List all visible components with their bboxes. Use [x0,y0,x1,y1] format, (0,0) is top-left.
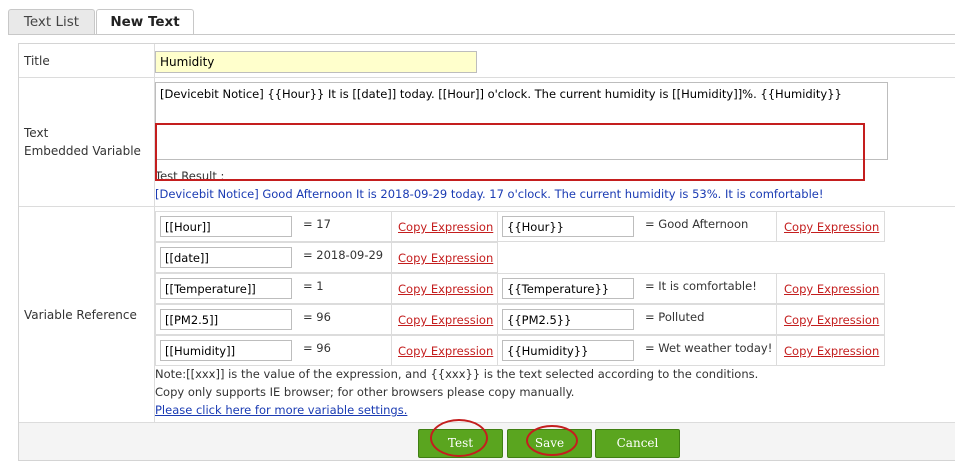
variable-reference-row: Variable Reference [[Hour]] = 17 Copy Ex… [19,207,955,423]
text-label-line1: Text [24,126,49,140]
copy-expression-link[interactable]: Copy Expression [398,313,493,327]
more-variable-settings-link[interactable]: Please click here for more variable sett… [155,403,407,417]
text-variable-value: = Wet weather today! [645,341,773,355]
copy-expression-link[interactable]: Copy Expression [398,251,493,265]
tab-panel: Title Humidity Text Embedded Variable [D… [8,34,955,465]
text-variable-input[interactable]: {{Humidity}} [502,340,634,361]
text-variable-cell: {{PM2.5}} = Polluted [497,304,777,335]
note-line-1: Note:[[xxx]] is the value of the express… [155,367,759,381]
variable-value: = 96 [303,341,331,355]
text-textarea[interactable]: [Devicebit Notice] {{Hour}} It is [[date… [155,82,888,160]
copy-expression-link[interactable]: Copy Expression [784,313,879,327]
copy-cell: Copy Expression [391,211,498,242]
copy-expression-link[interactable]: Copy Expression [784,282,879,296]
variable-cell: [[date]] = 2018-09-29 [155,242,392,273]
copy-expression-link[interactable]: Copy Expression [784,220,879,234]
copy-cell: Copy Expression [776,304,885,335]
variable-value: = 2018-09-29 [303,248,384,262]
variable-row-date: [[date]] = 2018-09-29 Copy Expression [155,242,885,273]
text-variable-cell: {{Humidity}} = Wet weather today! [497,335,777,366]
copy-expression-link[interactable]: Copy Expression [784,344,879,358]
variable-row-temperature: [[Temperature]] = 1 Copy Expression {{Te… [155,273,885,304]
text-variable-input[interactable]: {{Temperature}} [502,278,634,299]
title-label: Title [19,44,155,77]
copy-cell: Copy Expression [391,273,498,304]
test-result-text: [Devicebit Notice] Good Afternoon It is … [155,187,824,201]
variable-expression-input[interactable]: [[PM2.5]] [160,309,292,330]
text-row: Text Embedded Variable [Devicebit Notice… [19,78,955,207]
title-row: Title Humidity [19,44,955,78]
variable-value: = 1 [303,279,324,293]
copy-cell: Copy Expression [776,273,885,304]
text-variable-cell: {{Hour}} = Good Afternoon [497,211,777,242]
title-input[interactable]: Humidity [155,51,477,73]
copy-cell: Copy Expression [391,242,498,273]
text-variable-input[interactable]: {{Hour}} [502,216,634,237]
variable-cell: [[Hour]] = 17 [155,211,392,242]
text-variable-input[interactable]: {{PM2.5}} [502,309,634,330]
copy-cell: Copy Expression [776,335,885,366]
text-form: Title Humidity Text Embedded Variable [D… [18,43,955,461]
copy-cell: Copy Expression [391,304,498,335]
text-variable-value: = It is comfortable! [645,279,757,293]
text-field-cell: [Devicebit Notice] {{Hour}} It is [[date… [155,78,955,206]
copy-expression-link[interactable]: Copy Expression [398,220,493,234]
title-field-cell: Humidity [155,44,955,77]
variable-expression-input[interactable]: [[Temperature]] [160,278,292,299]
variable-expression-input[interactable]: [[Humidity]] [160,340,292,361]
variable-row-humidity: [[Humidity]] = 96 Copy Expression {{Humi… [155,335,885,366]
copy-cell: Copy Expression [776,211,885,242]
copy-expression-link[interactable]: Copy Expression [398,344,493,358]
variable-row-pm25: [[PM2.5]] = 96 Copy Expression {{PM2.5}}… [155,304,885,335]
variable-cell: [[Temperature]] = 1 [155,273,392,304]
note-line-2: Copy only supports IE browser; for other… [155,385,575,399]
text-label: Text Embedded Variable [19,78,155,206]
button-row: Test Save Cancel [19,423,955,460]
tab-text-list[interactable]: Text List [8,9,95,34]
variable-cell: [[Humidity]] = 96 [155,335,392,366]
variable-value: = 96 [303,310,331,324]
text-variable-cell: {{Temperature}} = It is comfortable! [497,273,777,304]
variable-value: = 17 [303,217,331,231]
variable-reference-label: Variable Reference [19,207,155,422]
variable-row-hour: [[Hour]] = 17 Copy Expression {{Hour}} =… [155,211,885,242]
text-label-line2: Embedded Variable [24,144,141,158]
cancel-button[interactable]: Cancel [595,429,680,458]
text-variable-value: = Good Afternoon [645,217,749,231]
copy-cell: Copy Expression [391,335,498,366]
tab-new-text[interactable]: New Text [96,9,194,36]
save-button[interactable]: Save [507,429,592,458]
variable-cell: [[PM2.5]] = 96 [155,304,392,335]
variable-expression-input[interactable]: [[Hour]] [160,216,292,237]
test-button[interactable]: Test [418,429,503,458]
variable-expression-input[interactable]: [[date]] [160,247,292,268]
variable-reference-cell: [[Hour]] = 17 Copy Expression {{Hour}} =… [155,207,955,422]
test-result-label: Test Result : [155,169,225,183]
text-variable-value: = Polluted [645,310,705,324]
copy-expression-link[interactable]: Copy Expression [398,282,493,296]
